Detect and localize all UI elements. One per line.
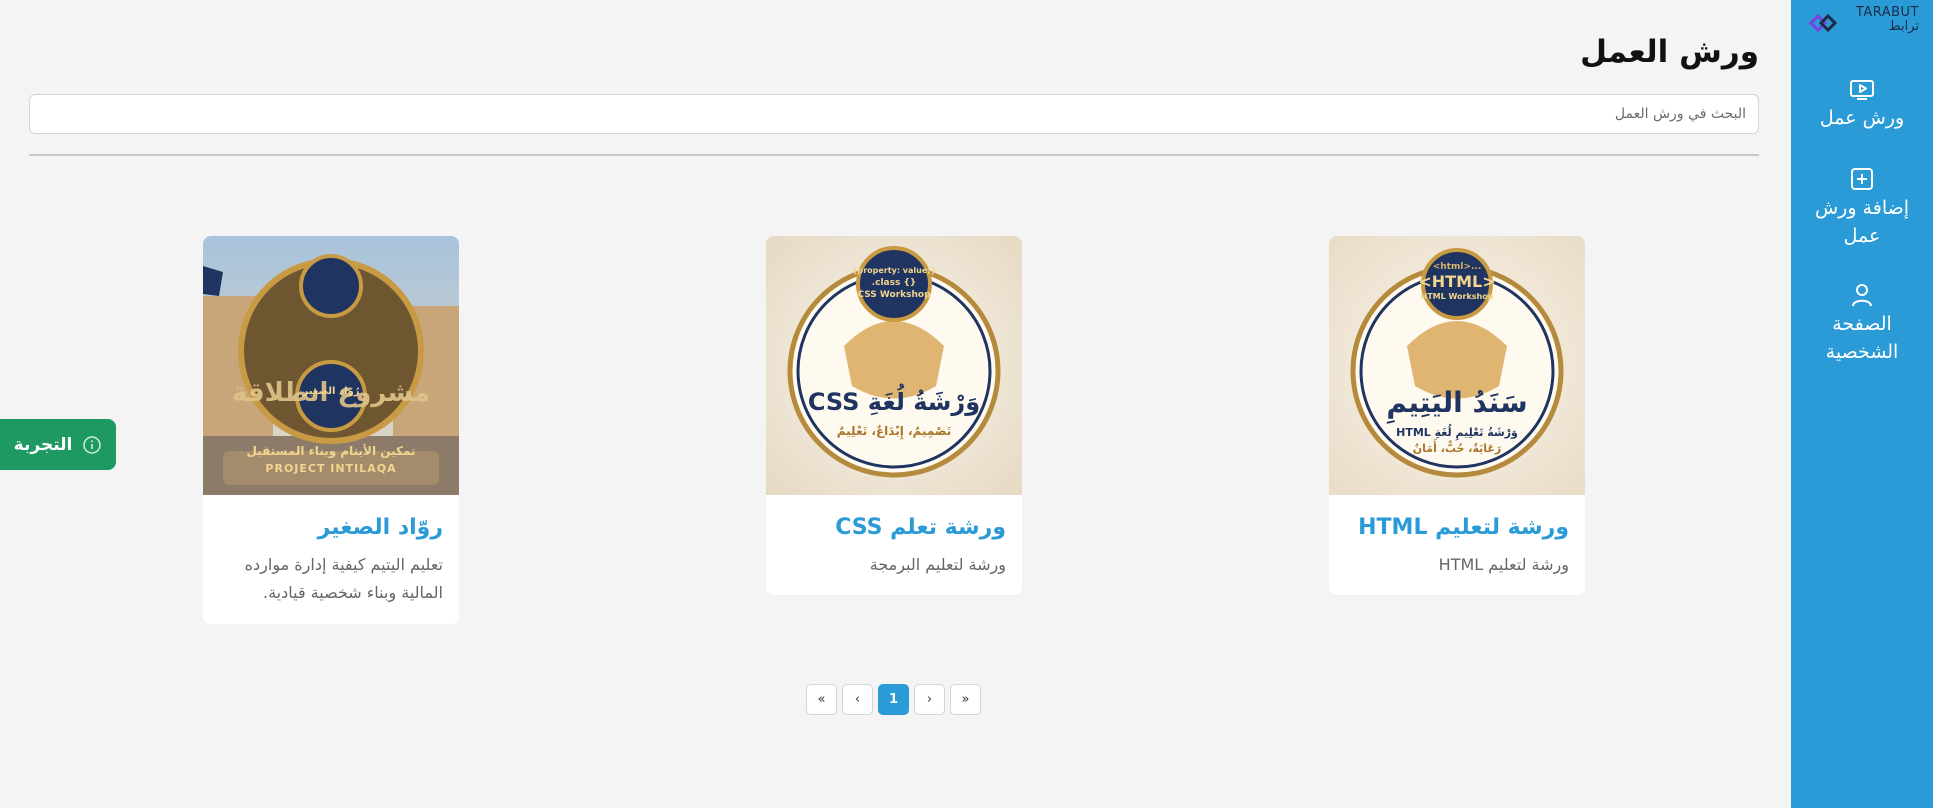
workshop-card-ruwwad[interactable]: مشروع انطلاقة رُوّاد الصغير تمكين الأيتا… (203, 236, 459, 624)
next-page-button[interactable]: › (914, 684, 945, 715)
workshop-card-css[interactable]: {property: value;} .class {} CSS Worksho… (766, 236, 1022, 595)
search-input[interactable] (29, 94, 1759, 134)
sidebar-item-add-workshop[interactable]: إضافة ورش عمل (1791, 166, 1933, 250)
workshop-description: ورشة لتعليم HTML (1438, 555, 1569, 574)
page-1-button[interactable]: 1 (878, 684, 909, 715)
workshop-description: ورشة لتعليم البرمجة (869, 555, 1006, 574)
brand-name-latin: TARABUT (1855, 5, 1919, 20)
prev-page-button[interactable]: ‹ (842, 684, 873, 715)
video-play-icon (1850, 80, 1874, 100)
sidebar-item-workshops[interactable]: ورش عمل (1791, 78, 1933, 132)
tarabut-logo-icon (1808, 13, 1838, 33)
workshop-card-html[interactable]: <html>... <HTML> HTML Workshop سَنَدُ ال… (1329, 236, 1585, 595)
workshop-title[interactable]: ورشة تعلم CSS (782, 513, 1006, 543)
sidebar-item-label: إضافة ورش عمل (1814, 197, 1910, 247)
pagination: « ‹ 1 › » (806, 684, 981, 715)
workshop-description: تعليم اليتيم كيفية إدارة موارده المالية … (244, 555, 443, 602)
workshop-image: {property: value;} .class {} CSS Worksho… (766, 236, 1022, 495)
workshop-title[interactable]: روّاد الصغير (219, 513, 443, 543)
plus-square-icon (1851, 168, 1873, 190)
brand-logo[interactable]: TARABUT ترابط (1807, 6, 1919, 36)
user-icon (1852, 284, 1872, 307)
trial-label: التجربة (13, 434, 73, 455)
last-page-button[interactable]: » (950, 684, 981, 715)
workshop-image: <html>... <HTML> HTML Workshop سَنَدُ ال… (1329, 236, 1585, 495)
trial-tab[interactable]: التجربة (0, 419, 116, 470)
divider (29, 154, 1759, 156)
sidebar-item-label: ورش عمل (1819, 107, 1905, 129)
sidebar-item-label: الصفحة الشخصية (1825, 313, 1899, 363)
page-title: ورش العمل (1580, 34, 1759, 70)
sidebar-item-profile[interactable]: الصفحة الشخصية (1791, 282, 1933, 366)
brand-name-arabic: ترابط (1888, 19, 1919, 34)
workshop-image: مشروع انطلاقة رُوّاد الصغير تمكين الأيتا… (203, 236, 459, 495)
info-circle-icon (83, 435, 102, 454)
sidebar: TARABUT ترابط ورش عمل إضافة ورش عمل الصف… (1791, 0, 1933, 808)
workshop-title[interactable]: ورشة لتعليم HTML (1345, 513, 1569, 543)
first-page-button[interactable]: « (806, 684, 837, 715)
